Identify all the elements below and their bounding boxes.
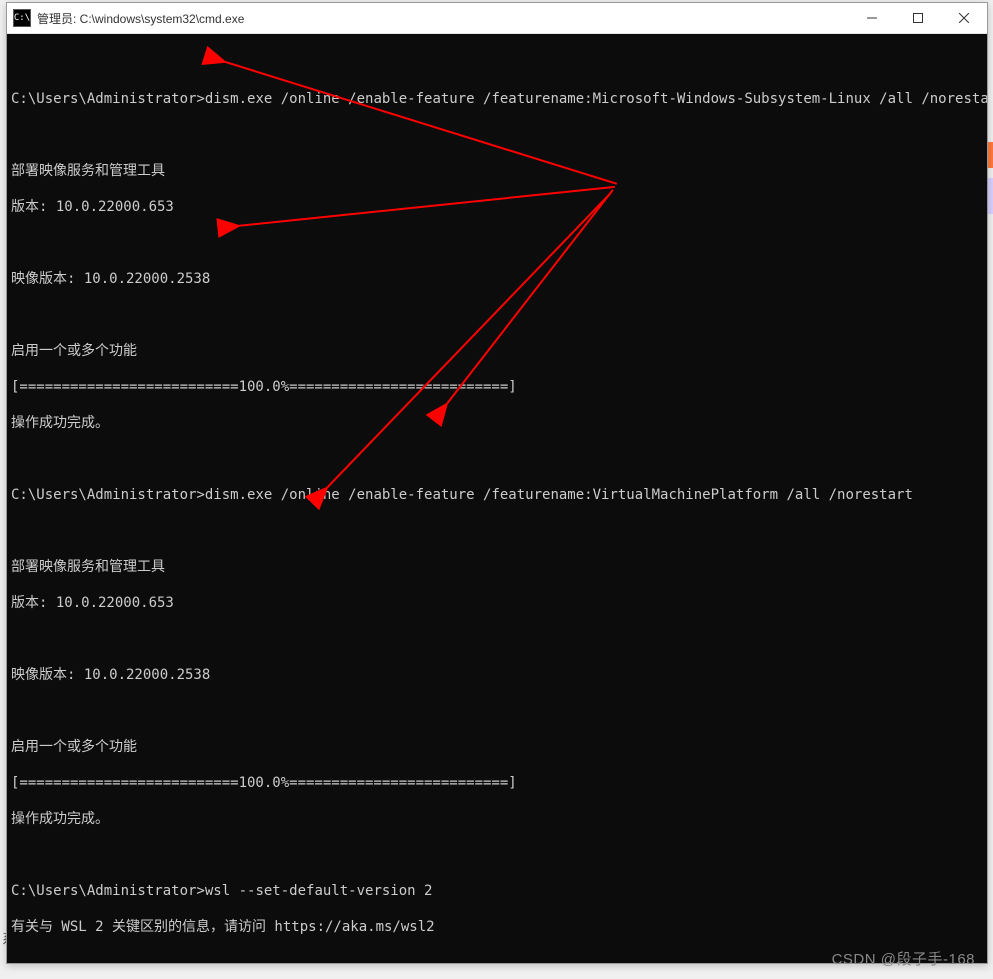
terminal-line: [11, 522, 983, 540]
cmd-icon: C:\: [13, 9, 31, 27]
terminal-line: 部署映像服务和管理工具: [11, 558, 983, 576]
titlebar[interactable]: C:\ 管理员: C:\windows\system32\cmd.exe: [7, 3, 987, 34]
terminal-line: [11, 234, 983, 252]
terminal-line: 版本: 10.0.22000.653: [11, 594, 983, 612]
minimize-icon: [867, 13, 877, 23]
terminal-line: 映像版本: 10.0.22000.2538: [11, 666, 983, 684]
terminal-line: [11, 54, 983, 72]
close-button[interactable]: [941, 3, 987, 33]
terminal-line: C:\Users\Administrator>dism.exe /online …: [11, 486, 983, 504]
window-controls: [849, 3, 987, 33]
terminal-line: 启用一个或多个功能: [11, 738, 983, 756]
terminal-line: [==========================100.0%=======…: [11, 774, 983, 792]
terminal-line: C:\Users\Administrator>dism.exe /online …: [11, 90, 983, 108]
prompt: C:\Users\Administrator>: [11, 883, 205, 899]
terminal-line: [11, 630, 983, 648]
maximize-button[interactable]: [895, 3, 941, 33]
cmd-window: C:\ 管理员: C:\windows\system32\cmd.exe C:\…: [6, 2, 988, 964]
command-1: dism.exe /online /enable-feature /featur…: [205, 91, 987, 107]
terminal-line: [==========================100.0%=======…: [11, 378, 983, 396]
terminal-line: 操作成功完成。: [11, 414, 983, 432]
terminal-line: 部署映像服务和管理工具: [11, 162, 983, 180]
terminal-line: [11, 846, 983, 864]
terminal-line: 映像版本: 10.0.22000.2538: [11, 270, 983, 288]
terminal-line: 操作成功完成。: [11, 810, 983, 828]
terminal-line: 启用一个或多个功能: [11, 342, 983, 360]
window-title: 管理员: C:\windows\system32\cmd.exe: [37, 10, 849, 27]
command-2: dism.exe /online /enable-feature /featur…: [205, 487, 913, 503]
terminal-viewport[interactable]: C:\Users\Administrator>dism.exe /online …: [7, 34, 987, 963]
command-3: wsl --set-default-version 2: [205, 883, 433, 899]
prompt: C:\Users\Administrator>: [11, 487, 205, 503]
close-icon: [959, 13, 969, 23]
maximize-icon: [913, 13, 923, 23]
terminal-line: 版本: 10.0.22000.653: [11, 198, 983, 216]
watermark: CSDN @段子手-168: [832, 948, 975, 969]
terminal-line: 有关与 WSL 2 关键区别的信息，请访问 https://aka.ms/wsl…: [11, 918, 983, 936]
terminal-line: [11, 702, 983, 720]
minimize-button[interactable]: [849, 3, 895, 33]
terminal-line: [11, 450, 983, 468]
terminal-line: [11, 306, 983, 324]
prompt: C:\Users\Administrator>: [11, 91, 205, 107]
terminal-line: C:\Users\Administrator>wsl --set-default…: [11, 882, 983, 900]
terminal-line: [11, 126, 983, 144]
